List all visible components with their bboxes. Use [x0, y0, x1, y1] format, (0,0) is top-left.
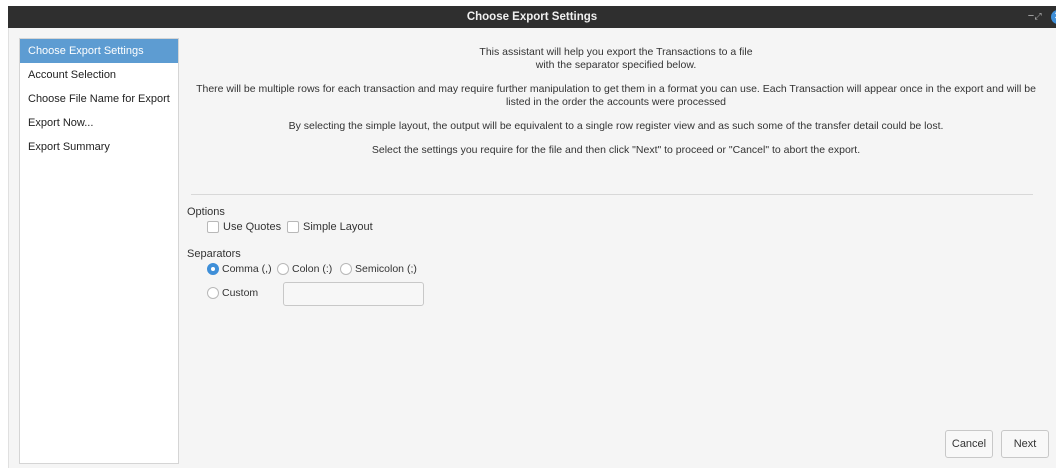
custom-separator-input[interactable]: [283, 282, 424, 306]
semicolon-radio[interactable]: Semicolon (;): [340, 263, 417, 275]
custom-radio[interactable]: Custom: [207, 287, 258, 299]
intro-paragraph-3: By selecting the simple layout, the outp…: [288, 120, 944, 132]
sidebar-item-choose-export-settings[interactable]: Choose Export Settings: [20, 39, 178, 63]
radio-indicator[interactable]: [277, 263, 289, 275]
intro-paragraph-2: There will be multiple rows for each tra…: [183, 83, 1049, 109]
intro-paragraph-4: Select the settings you require for the …: [371, 144, 861, 156]
simple-layout-label: Simple Layout: [303, 221, 373, 233]
close-icon: ✕: [1051, 10, 1056, 24]
comma-radio[interactable]: Comma (,): [207, 263, 272, 275]
window-title: Choose Export Settings: [466, 11, 598, 23]
title-bar: Choose Export Settings − ⤢ ✕: [8, 6, 1056, 28]
intro-para2-line-1: There will be multiple rows for each tra…: [196, 83, 1036, 95]
radio-indicator[interactable]: [207, 287, 219, 299]
simple-layout-checkbox[interactable]: Simple Layout: [287, 221, 373, 233]
radio-indicator[interactable]: [207, 263, 219, 275]
options-label: Options: [187, 206, 225, 218]
assistant-sidebar: Choose Export Settings Account Selection…: [19, 38, 179, 464]
comma-label: Comma (,): [222, 263, 272, 275]
colon-radio[interactable]: Colon (:): [277, 263, 332, 275]
custom-label: Custom: [222, 287, 259, 299]
intro-text: This assistant will help you export the …: [183, 46, 1049, 168]
sidebar-item-export-summary[interactable]: Export Summary: [20, 135, 178, 159]
section-divider: [191, 194, 1033, 195]
use-quotes-label: Use Quotes: [223, 221, 282, 233]
use-quotes-checkbox[interactable]: Use Quotes: [207, 221, 281, 233]
intro-line-1: This assistant will help you export the …: [479, 46, 753, 58]
main-content: This assistant will help you export the …: [183, 38, 1056, 468]
checkbox-box[interactable]: [207, 221, 219, 233]
maximize-icon[interactable]: ⤢: [1032, 6, 1044, 28]
colon-label: Colon (:): [292, 263, 333, 275]
separators-label: Separators: [187, 248, 241, 260]
radio-indicator[interactable]: [340, 263, 352, 275]
sidebar-item-account-selection[interactable]: Account Selection: [20, 63, 178, 87]
next-button[interactable]: Next: [1001, 430, 1049, 458]
sidebar-item-export-now[interactable]: Export Now...: [20, 111, 178, 135]
cancel-button[interactable]: Cancel: [945, 430, 993, 458]
checkbox-box[interactable]: [287, 221, 299, 233]
intro-para2-line-2: listed in the order the accounts were pr…: [505, 96, 727, 108]
semicolon-label: Semicolon (;): [355, 263, 417, 275]
close-button[interactable]: ✕: [1050, 6, 1056, 28]
intro-line-2: with the separator specified below.: [535, 59, 697, 71]
dialog-body: Choose Export Settings Account Selection…: [8, 28, 1056, 468]
sidebar-item-choose-file-name[interactable]: Choose File Name for Export: [20, 87, 178, 111]
intro-paragraph-1: This assistant will help you export the …: [183, 46, 1049, 72]
